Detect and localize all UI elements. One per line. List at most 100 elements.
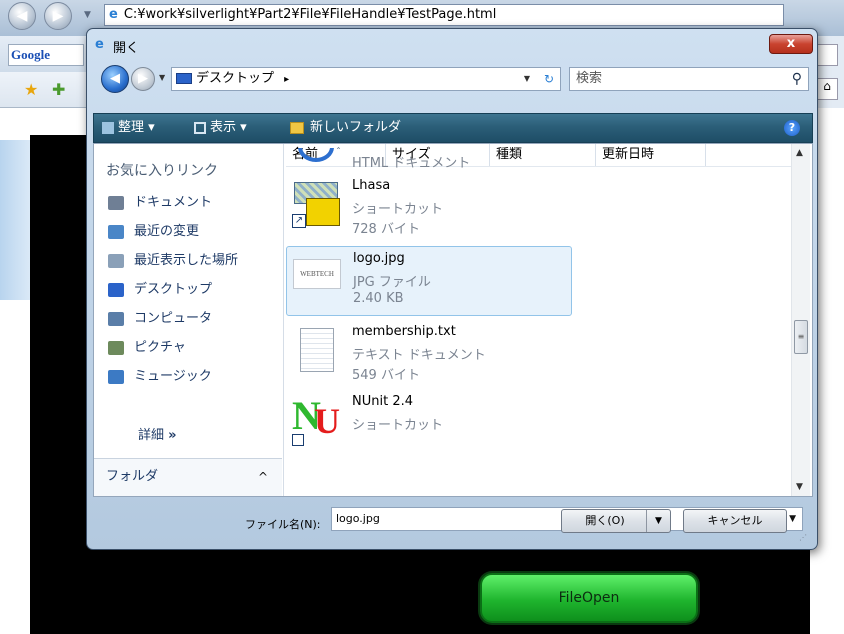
file-size: 728 バイト xyxy=(352,222,420,237)
dialog-back-button[interactable]: ◀ xyxy=(101,65,129,93)
documents-icon xyxy=(108,195,124,210)
file-open-button[interactable]: FileOpen xyxy=(480,573,698,623)
html-icon xyxy=(298,148,334,162)
ie-page-icon: e xyxy=(109,7,118,22)
organize-menu[interactable]: 整理 ▾ xyxy=(102,114,155,142)
sidebar-item-recent-changes[interactable]: 最近の変更 xyxy=(108,221,199,243)
file-type: ショートカット xyxy=(352,202,444,217)
favorites-star-icon[interactable]: ★ xyxy=(24,80,38,99)
lhasa-shortcut-icon: ↗ xyxy=(292,180,340,228)
sidebar-item-label: コンピュータ xyxy=(134,311,213,326)
folders-toggle[interactable]: フォルダ ^ xyxy=(94,458,282,496)
view-label: 表示 ▾ xyxy=(210,120,247,135)
music-icon xyxy=(108,369,124,384)
sidebar-item-desktop[interactable]: デスクトップ xyxy=(108,279,212,301)
recent-places-icon xyxy=(108,253,124,268)
favorite-links-header: お気に入りリンク xyxy=(106,163,218,179)
file-item-lhasa[interactable]: ↗ Lhasa ショートカット 728 バイト xyxy=(286,174,572,244)
dialog-command-bar: 整理 ▾ 表示 ▾ 新しいフォルダ ? xyxy=(93,113,813,143)
browser-history-dropdown[interactable]: ▼ xyxy=(84,10,91,20)
desktop-icon xyxy=(176,73,192,84)
filename-label: ファイル名(N): xyxy=(245,518,321,531)
open-button-label: 開く(O) xyxy=(585,514,625,527)
file-name: Lhasa xyxy=(352,178,391,193)
breadcrumb-separator-icon[interactable]: ▸ xyxy=(284,74,289,85)
google-toolbar-label[interactable]: Google xyxy=(8,44,84,66)
file-item-membership-txt[interactable]: membership.txt テキスト ドキュメント 549 バイト xyxy=(286,320,572,390)
sidebar-item-label: デスクトップ xyxy=(134,282,213,297)
file-name: NUnit 2.4 xyxy=(352,394,413,409)
sidebar-item-recent-places[interactable]: 最近表示した場所 xyxy=(108,250,238,272)
open-button[interactable]: 開く(O) ▼ xyxy=(561,509,671,533)
ie-dialog-icon: e xyxy=(95,37,104,52)
sidebar-item-computer[interactable]: コンピュータ xyxy=(108,308,212,330)
thumbnail-text: WEBTECH xyxy=(300,270,334,278)
dialog-forward-button[interactable]: ▶ xyxy=(131,67,155,91)
search-input[interactable]: 検索 ⚲ xyxy=(569,67,809,91)
new-folder-label: 新しいフォルダ xyxy=(310,120,402,135)
file-size: 549 バイト xyxy=(352,368,420,383)
sidebar-item-label: 最近の変更 xyxy=(134,224,200,239)
scroll-down-icon[interactable]: ▼ xyxy=(796,482,803,492)
filename-dropdown-icon[interactable]: ▼ xyxy=(789,508,796,530)
add-favorite-icon[interactable]: ✚ xyxy=(52,80,65,99)
scroll-thumb[interactable]: ≡ xyxy=(794,320,808,354)
organize-icon xyxy=(102,121,114,134)
sidebar-item-music[interactable]: ミュージック xyxy=(108,366,212,388)
column-header-modified[interactable]: 更新日時 xyxy=(596,144,706,166)
new-folder-button[interactable]: 新しいフォルダ xyxy=(290,114,401,142)
dialog-title-bar: e 開く x xyxy=(87,29,817,59)
file-size: 2.40 KB xyxy=(353,291,404,306)
open-options-dropdown-icon[interactable]: ▼ xyxy=(646,510,670,532)
file-list-scrollbar[interactable]: ▲ ≡ ▼ xyxy=(791,144,810,496)
browser-address-bar[interactable]: e C:¥work¥silverlight¥Part2¥File¥FileHand… xyxy=(104,4,784,26)
sidebar-more-link[interactable]: 詳細 » xyxy=(138,424,177,443)
folders-label: フォルダ xyxy=(106,469,159,484)
resize-grip-icon[interactable]: ⋰ xyxy=(799,533,807,542)
folders-collapse-icon: ^ xyxy=(257,470,268,484)
refresh-icon[interactable]: ↻ xyxy=(544,68,554,90)
sidebar-item-pictures[interactable]: ピクチャ xyxy=(108,337,186,359)
home-icon[interactable]: ⌂ xyxy=(816,78,838,100)
help-icon[interactable]: ? xyxy=(784,120,800,136)
back-arrow-icon: ◀ xyxy=(16,8,28,24)
location-dropdown-icon[interactable]: ▼ xyxy=(524,68,530,90)
organize-label: 整理 ▾ xyxy=(118,120,155,135)
dialog-close-button[interactable]: x xyxy=(769,34,813,54)
view-icon xyxy=(194,121,206,134)
new-folder-icon xyxy=(290,121,304,134)
file-name: membership.txt xyxy=(352,324,456,339)
pictures-icon xyxy=(108,340,124,355)
file-type: テキスト ドキュメント xyxy=(352,348,486,363)
file-item-html[interactable]: HTML ドキュメント xyxy=(286,148,572,176)
file-name: logo.jpg xyxy=(353,251,405,266)
scroll-up-icon[interactable]: ▲ xyxy=(796,148,803,158)
file-item-nunit[interactable]: N U NUnit 2.4 ショートカット xyxy=(286,390,572,450)
desktop-icon xyxy=(108,282,124,297)
sidebar-more-label: 詳細 xyxy=(138,428,165,443)
location-desktop[interactable]: デスクトップ xyxy=(196,71,274,86)
search-icon[interactable]: ⚲ xyxy=(792,68,802,90)
recent-locations-dropdown[interactable]: ▼ xyxy=(159,73,165,82)
sidebar-item-label: ドキュメント xyxy=(134,195,213,210)
file-item-logo-jpg[interactable]: WEBTECH logo.jpg JPG ファイル 2.40 KB xyxy=(286,246,572,316)
spellcheck-icon[interactable] xyxy=(816,44,838,66)
browser-forward-button[interactable]: ▶ xyxy=(44,2,72,30)
file-type: ショートカット xyxy=(352,418,444,433)
more-chevron-icon: » xyxy=(168,428,177,443)
forward-arrow-icon: ▶ xyxy=(52,8,64,24)
favorite-links-pane: お気に入りリンク ドキュメント 最近の変更 最近表示した場所 デスクトップ コン… xyxy=(94,144,284,496)
computer-icon xyxy=(108,311,124,326)
file-type: JPG ファイル xyxy=(353,275,431,290)
open-file-dialog: e 開く x ◀ ▶ ▼ デスクトップ ▸ ▼ ↻ 検索 ⚲ 整理 ▾ 表示 ▾… xyxy=(86,28,818,550)
location-breadcrumb[interactable]: デスクトップ ▸ ▼ ↻ xyxy=(171,67,561,91)
sidebar-item-label: ミュージック xyxy=(134,369,212,384)
cancel-button[interactable]: キャンセル xyxy=(683,509,787,533)
sidebar-item-documents[interactable]: ドキュメント xyxy=(108,192,212,214)
file-list-pane: 名前 ˆ サイズ 種類 更新日時 HTML ドキュメント ↗ Lhasa ショート… xyxy=(286,144,812,496)
text-file-icon xyxy=(292,326,340,374)
nunit-shortcut-icon: N U xyxy=(292,393,340,446)
view-menu[interactable]: 表示 ▾ xyxy=(194,114,247,142)
sidebar-item-label: ピクチャ xyxy=(134,340,186,355)
browser-back-button[interactable]: ◀ xyxy=(8,2,36,30)
